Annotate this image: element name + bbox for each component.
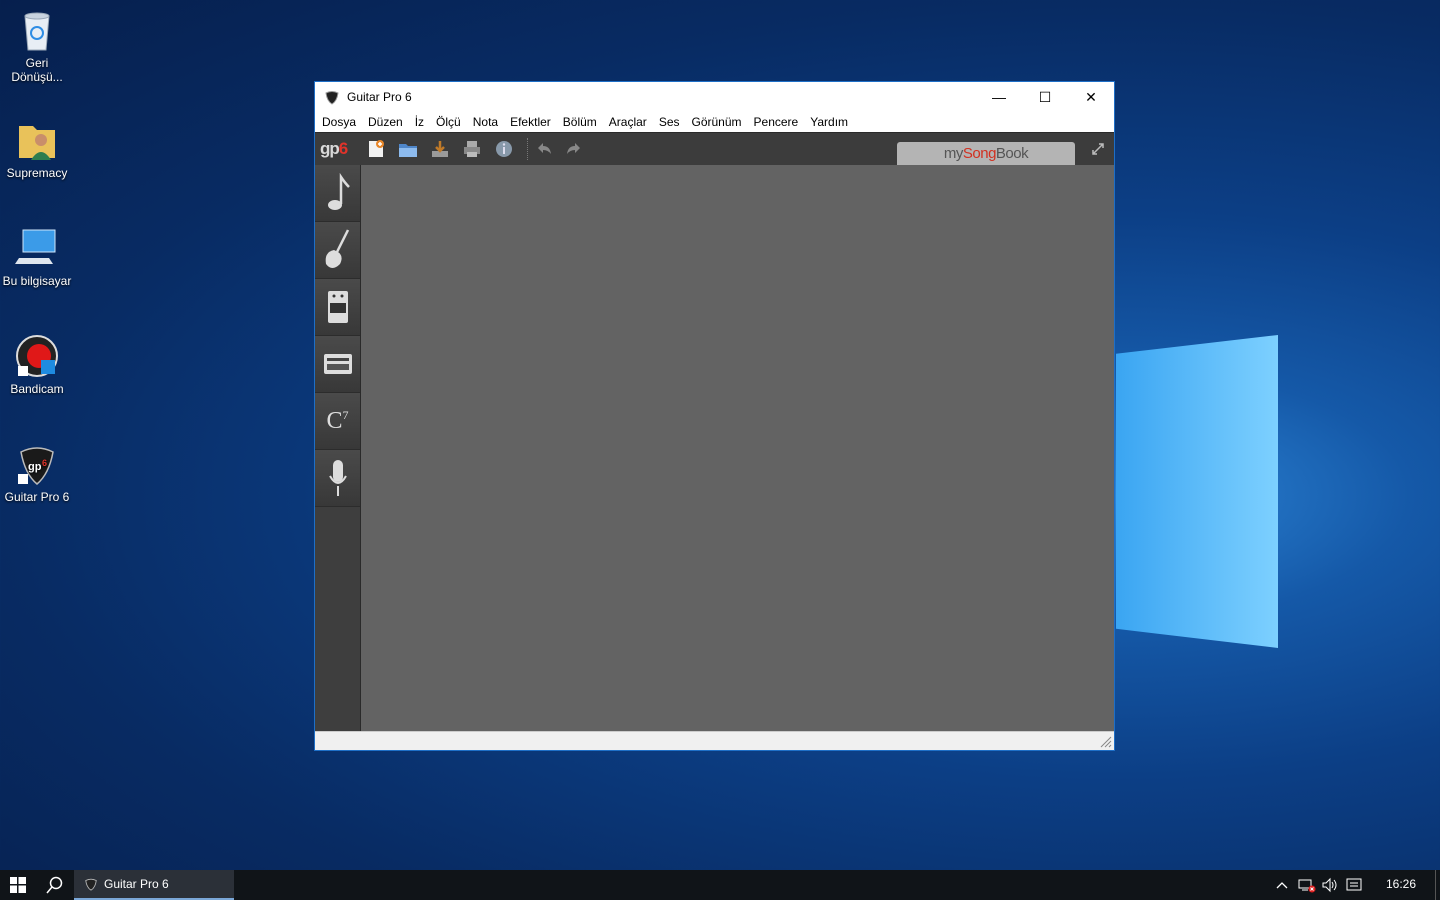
desktop-icon-label: Bandicam [10, 382, 64, 396]
guitar-icon [325, 229, 349, 268]
computer-icon [15, 226, 59, 270]
bandicam-icon [15, 334, 59, 378]
note-icon [327, 173, 350, 210]
menu-ses[interactable]: Ses [653, 112, 686, 132]
title-bar[interactable]: Guitar Pro 6 — ☐ ✕ [315, 82, 1114, 112]
mysongbook-tab[interactable]: mySongBook [897, 142, 1075, 165]
new-file-icon [369, 140, 384, 157]
taskbar-item-label: Guitar Pro 6 [104, 877, 169, 891]
desktop-icon-label: Guitar Pro 6 [4, 490, 70, 504]
windows-start-icon [10, 877, 26, 893]
svg-text:6: 6 [42, 458, 47, 468]
info-icon [496, 141, 512, 157]
menu-bolum[interactable]: Bölüm [557, 112, 603, 132]
taskbar-item-guitar-pro[interactable]: Guitar Pro 6 [74, 870, 234, 900]
notifications-tray-button[interactable] [1344, 870, 1364, 900]
minimize-button[interactable]: — [976, 82, 1022, 112]
search-icon [46, 876, 63, 894]
menu-duzen[interactable]: Düzen [362, 112, 409, 132]
resize-grip-icon[interactable] [1098, 734, 1112, 748]
keyboard-icon [323, 354, 352, 374]
svg-text:gp: gp [28, 461, 42, 473]
desktop-icon-label: Bu bilgisayar [2, 274, 72, 288]
download-icon [432, 141, 448, 157]
gp6-logo: gp6 [320, 139, 348, 158]
volume-tray-button[interactable] [1320, 870, 1340, 900]
open-file-button[interactable] [397, 138, 419, 160]
guitar-pro-icon [85, 878, 97, 891]
printer-icon [464, 141, 480, 157]
menu-araclar[interactable]: Araçlar [603, 112, 653, 132]
rse-panel-button[interactable] [315, 336, 360, 393]
save-button[interactable] [429, 138, 451, 160]
side-panel: C7 [315, 165, 361, 733]
desktop-icon-recycle-bin[interactable]: Geri Dönüşü... [0, 8, 74, 84]
menu-iz[interactable]: İz [409, 112, 430, 132]
menu-olcu[interactable]: Ölçü [430, 112, 467, 132]
action-center-icon [1346, 878, 1362, 891]
undo-icon [538, 143, 551, 154]
print-button[interactable] [461, 138, 483, 160]
status-bar [315, 731, 1114, 750]
amp-panel-button[interactable] [315, 279, 360, 336]
redo-button[interactable] [563, 138, 585, 160]
fullscreen-button[interactable] [1087, 138, 1109, 160]
desktop-icon-label: Supremacy [6, 166, 68, 180]
microphone-icon [328, 460, 347, 496]
speaker-icon [1322, 877, 1337, 893]
expand-icon [1092, 143, 1104, 155]
desktop-icon-guitar-pro[interactable]: gp 6 Guitar Pro 6 [0, 442, 74, 504]
menu-nota[interactable]: Nota [467, 112, 504, 132]
show-desktop-button[interactable] [1435, 870, 1440, 900]
new-file-button[interactable] [365, 138, 387, 160]
guitar-pro-icon [325, 91, 339, 105]
menu-dosya[interactable]: Dosya [316, 112, 362, 132]
menu-yardim[interactable]: Yardım [804, 112, 854, 132]
desktop-icon-label: Geri Dönüşü... [11, 56, 63, 84]
chord-panel-button[interactable]: C7 [315, 393, 360, 450]
chord-icon: C7 [326, 407, 349, 434]
desktop-icon-supremacy[interactable]: Supremacy [0, 118, 74, 180]
audio-track-panel-button[interactable] [315, 450, 360, 507]
network-disconnected-icon [1298, 879, 1316, 893]
close-button[interactable]: ✕ [1068, 82, 1114, 112]
start-button[interactable] [0, 870, 36, 900]
menu-pencere[interactable]: Pencere [748, 112, 805, 132]
toolbar-divider [527, 138, 529, 160]
desktop-icon-this-pc[interactable]: Bu bilgisayar [0, 226, 74, 288]
guitar-pro-window: Guitar Pro 6 — ☐ ✕ Dosya Düzen İz Ölçü N… [314, 81, 1115, 751]
amp-icon [327, 291, 348, 323]
desktop-icon-bandicam[interactable]: Bandicam [0, 334, 74, 396]
menu-gorunum[interactable]: Görünüm [686, 112, 748, 132]
network-tray-button[interactable] [1296, 870, 1318, 900]
window-title: Guitar Pro 6 [347, 90, 412, 104]
menu-bar: Dosya Düzen İz Ölçü Nota Efektler Bölüm … [315, 112, 1114, 132]
search-button[interactable] [38, 870, 72, 900]
menu-efektler[interactable]: Efektler [504, 112, 557, 132]
undo-button[interactable] [533, 138, 555, 160]
instrument-panel-button[interactable] [315, 222, 360, 279]
tray-overflow-button[interactable] [1272, 870, 1292, 900]
open-folder-icon [399, 144, 417, 157]
taskbar: Guitar Pro 6 16:26 [0, 870, 1440, 900]
windows-logo-wallpaper [1114, 315, 1284, 655]
user-folder-icon [15, 118, 59, 162]
taskbar-clock[interactable]: 16:26 [1372, 870, 1430, 900]
chevron-up-icon [1276, 882, 1288, 889]
guitar-pro-icon: gp 6 [15, 442, 59, 486]
score-area[interactable] [361, 165, 1114, 733]
maximize-button[interactable]: ☐ [1022, 82, 1068, 112]
recycle-bin-icon [15, 8, 59, 52]
redo-icon [567, 143, 580, 154]
info-button[interactable] [493, 138, 515, 160]
notation-panel-button[interactable] [315, 165, 360, 222]
toolbar: gp6 mySongBook [315, 132, 1114, 165]
